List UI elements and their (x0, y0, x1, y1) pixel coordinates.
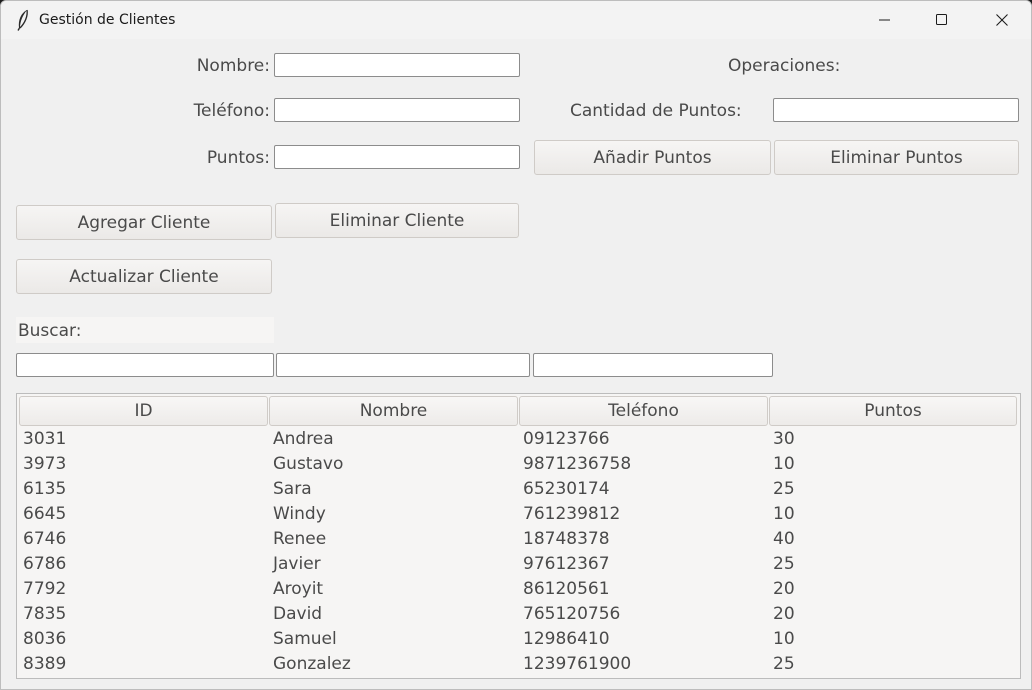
table-body: 3031 Andrea 09123766 30 3973 Gustavo 987123675… (17, 427, 1020, 677)
update-client-button[interactable]: Actualizar Cliente (16, 259, 272, 294)
column-header-nombre[interactable]: Nombre (269, 396, 518, 426)
main-content: Nombre: Teléfono: Puntos: Operaciones: C… (2, 39, 1030, 689)
cell-puntos: 10 (773, 454, 795, 474)
cell-puntos: 25 (773, 554, 795, 574)
cell-nombre: Javier (273, 554, 321, 574)
cell-telefono: 86120561 (523, 579, 610, 599)
cell-id: 3031 (23, 429, 67, 449)
cell-telefono: 97612367 (523, 554, 610, 574)
telefono-label: Teléfono: (193, 101, 270, 121)
cell-telefono: 12986410 (523, 629, 610, 649)
cell-puntos: 20 (773, 604, 795, 624)
cell-id: 6645 (23, 504, 67, 524)
cell-nombre: Renee (273, 529, 327, 549)
telefono-input[interactable] (274, 98, 520, 122)
window-title: Gestión de Clientes (39, 12, 176, 28)
puntos-label: Puntos: (206, 148, 270, 168)
cell-telefono: 9871236758 (523, 454, 632, 474)
cell-telefono: 765120756 (523, 604, 621, 624)
cell-nombre: Aroyit (273, 579, 324, 599)
cantidad-puntos-input[interactable] (773, 98, 1019, 122)
cell-puntos: 30 (773, 429, 795, 449)
cell-telefono: 65230174 (523, 479, 610, 499)
table-row[interactable]: 7792 Aroyit 86120561 20 (17, 577, 1020, 602)
search-input-2[interactable] (276, 353, 530, 377)
remove-points-button[interactable]: Eliminar Puntos (774, 140, 1019, 175)
cell-nombre: David (273, 604, 323, 624)
title-bar[interactable]: Gestión de Clientes (1, 1, 1031, 39)
cell-puntos: 10 (773, 504, 795, 524)
cell-nombre: Windy (273, 504, 326, 524)
close-icon (996, 14, 1008, 26)
cell-puntos: 20 (773, 579, 795, 599)
cell-id: 6786 (23, 554, 67, 574)
cell-nombre: Gonzalez (273, 654, 351, 674)
cell-puntos: 25 (773, 654, 795, 674)
table-row[interactable]: 6135 Sara 65230174 25 (17, 477, 1020, 502)
operaciones-label: Operaciones: (728, 56, 841, 76)
cell-puntos: 40 (773, 529, 795, 549)
cell-nombre: Andrea (273, 429, 334, 449)
cell-id: 8389 (23, 654, 67, 674)
cell-id: 3973 (23, 454, 67, 474)
add-client-button[interactable]: Agregar Cliente (16, 205, 272, 240)
buscar-label: Buscar: (18, 321, 82, 341)
close-button[interactable] (979, 1, 1025, 39)
table-row[interactable]: 6746 Renee 18748378 40 (17, 527, 1020, 552)
app-window: Gestión de Clientes Nombre: Teléfono: Pu… (0, 0, 1032, 690)
table-row[interactable]: 8389 Gonzalez 1239761900 25 (17, 652, 1020, 677)
search-input-3[interactable] (533, 353, 773, 377)
cell-telefono: 1239761900 (523, 654, 632, 674)
cell-telefono: 09123766 (523, 429, 610, 449)
table-row[interactable]: 8036 Samuel 12986410 10 (17, 627, 1020, 652)
minimize-icon (879, 19, 890, 21)
cell-id: 8036 (23, 629, 67, 649)
table-row[interactable]: 3031 Andrea 09123766 30 (17, 427, 1020, 452)
feather-icon (17, 9, 28, 31)
nombre-label: Nombre: (196, 56, 270, 76)
cell-telefono: 761239812 (523, 504, 621, 524)
cell-id: 7835 (23, 604, 67, 624)
cell-id: 6746 (23, 529, 67, 549)
maximize-button[interactable] (919, 1, 965, 39)
nombre-input[interactable] (274, 53, 520, 77)
column-header-puntos[interactable]: Puntos (769, 396, 1017, 426)
puntos-input[interactable] (274, 145, 520, 169)
column-header-id[interactable]: ID (19, 396, 268, 426)
cell-puntos: 25 (773, 479, 795, 499)
maximize-icon (936, 14, 947, 25)
table-row[interactable]: 3973 Gustavo 9871236758 10 (17, 452, 1020, 477)
cell-nombre: Samuel (273, 629, 337, 649)
cell-puntos: 10 (773, 629, 795, 649)
table-row[interactable]: 7835 David 765120756 20 (17, 602, 1020, 627)
cell-telefono: 18748378 (523, 529, 610, 549)
cell-id: 6135 (23, 479, 67, 499)
delete-client-button[interactable]: Eliminar Cliente (275, 203, 519, 238)
clients-table[interactable]: ID Nombre Teléfono Puntos 3031 Andrea 0912… (16, 393, 1021, 679)
cell-nombre: Gustavo (273, 454, 344, 474)
add-points-button[interactable]: Añadir Puntos (534, 140, 771, 175)
minimize-button[interactable] (862, 1, 908, 39)
cell-id: 7792 (23, 579, 67, 599)
table-row[interactable]: 6645 Windy 761239812 10 (17, 502, 1020, 527)
search-input-1[interactable] (16, 353, 274, 377)
cell-nombre: Sara (273, 479, 312, 499)
column-header-telefono[interactable]: Teléfono (519, 396, 768, 426)
cantidad-puntos-label: Cantidad de Puntos: (570, 101, 742, 121)
table-row[interactable]: 6786 Javier 97612367 25 (17, 552, 1020, 577)
